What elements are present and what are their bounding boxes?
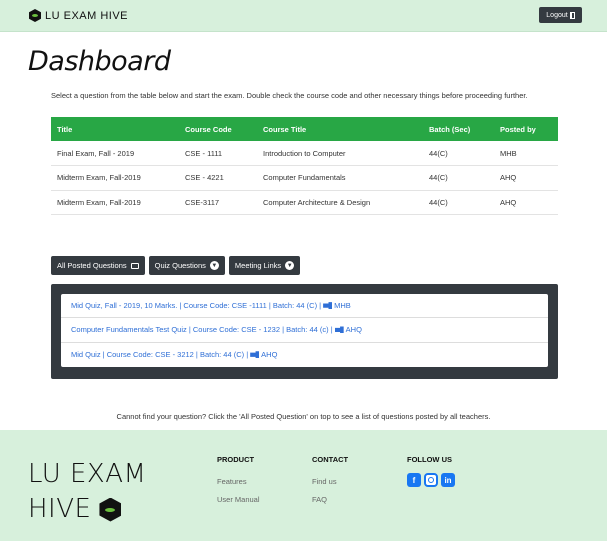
header-posted-by: Posted by: [500, 124, 536, 134]
facebook-icon[interactable]: f: [407, 473, 421, 487]
quiz-item-poster: AHQ: [261, 350, 278, 360]
footer-link-features[interactable]: Features: [217, 477, 260, 486]
tab-all-posted-label: All Posted Questions: [57, 261, 127, 270]
brand-name: LU EXAM HIVE: [45, 9, 129, 22]
cell-course-code: CSE - 4221: [179, 165, 257, 191]
table-row[interactable]: Midterm Exam, Fall-2019 CSE-3117 Compute…: [51, 190, 558, 215]
cell-posted-by: AHQ: [494, 190, 558, 215]
hive-logo-icon: [99, 497, 122, 522]
instagram-icon[interactable]: [424, 473, 438, 487]
navbar: LU EXAM HIVE Logout: [0, 0, 607, 32]
hive-logo-icon: [29, 9, 41, 22]
page-title: Dashboard: [28, 46, 171, 77]
cell-batch: 44(C): [423, 190, 494, 215]
list-item[interactable]: Mid Quiz, Fall - 2019, 10 Marks. | Cours…: [61, 294, 548, 319]
chevron-down-icon: ▼: [209, 261, 219, 270]
social-links: f in: [407, 473, 455, 487]
tab-all-posted-questions[interactable]: All Posted Questions: [51, 256, 145, 275]
chalkboard-teacher-icon: [323, 302, 333, 310]
quiz-item-poster: AHQ: [345, 325, 362, 335]
table-row[interactable]: Final Exam, Fall - 2019 CSE - 1111 Intro…: [51, 141, 558, 166]
footer-brand-line1: LU EXAM: [28, 459, 147, 489]
cell-posted-by: AHQ: [494, 165, 558, 191]
footer-contact-heading: CONTACT: [312, 455, 349, 464]
footer-brand-line2: HIVE: [28, 494, 92, 524]
tab-meeting-links[interactable]: Meeting Links ▼: [228, 256, 301, 275]
chalkboard-teacher-icon: [250, 351, 260, 359]
door-icon: [569, 11, 575, 19]
cell-course-title: Introduction to Computer: [257, 141, 423, 166]
header-course-code: Course Code: [185, 124, 232, 134]
tab-meeting-label: Meeting Links: [234, 261, 282, 270]
cell-course-title: Computer Fundamentals: [257, 165, 423, 191]
footer-product-heading: PRODUCT: [217, 455, 255, 464]
header-batch: Batch (Sec): [429, 124, 471, 134]
footer-product: PRODUCT Features User Manual: [217, 455, 260, 513]
cell-title: Final Exam, Fall - 2019: [51, 141, 179, 166]
chevron-down-icon: ▼: [285, 261, 295, 270]
quiz-item-text: Mid Quiz | Course Code: CSE - 3212 | Bat…: [71, 350, 249, 360]
table-header-row: Title Course Code Course Title Batch (Se…: [51, 117, 558, 141]
cell-batch: 44(C): [423, 141, 494, 166]
footer: LU EXAM HIVE PRODUCT Features User Manua…: [0, 430, 607, 541]
table-row[interactable]: Midterm Exam, Fall-2019 CSE - 4221 Compu…: [51, 165, 558, 191]
intro-text: Select a question from the table below a…: [51, 91, 528, 100]
quiz-panel: Mid Quiz, Fall - 2019, 10 Marks. | Cours…: [51, 284, 558, 379]
list-item[interactable]: Computer Fundamentals Test Quiz | Course…: [61, 318, 548, 343]
linkedin-icon[interactable]: in: [441, 473, 455, 487]
tab-quiz-label: Quiz Questions: [154, 261, 206, 270]
footer-link-user-manual[interactable]: User Manual: [217, 495, 260, 504]
footer-link-faq[interactable]: FAQ: [312, 495, 348, 504]
quiz-item-poster: MHB: [334, 301, 351, 311]
footer-brand: LU EXAM HIVE: [28, 457, 146, 527]
header-course-title: Course Title: [263, 124, 307, 134]
cell-course-code: CSE-3117: [179, 190, 257, 215]
footer-brand-line2-wrap: HIVE: [28, 492, 146, 527]
footer-follow: FOLLOW US f in: [407, 455, 455, 487]
cell-title: Midterm Exam, Fall-2019: [51, 190, 179, 215]
footer-follow-heading: FOLLOW US: [407, 455, 452, 464]
cell-course-title: Computer Architecture & Design: [257, 190, 423, 215]
quiz-list: Mid Quiz, Fall - 2019, 10 Marks. | Cours…: [61, 294, 548, 367]
footer-link-find-us[interactable]: Find us: [312, 477, 348, 486]
cell-posted-by: MHB: [494, 141, 558, 166]
footer-contact: CONTACT Find us FAQ: [312, 455, 348, 513]
logout-label: Logout: [546, 11, 568, 19]
quiz-item-text: Computer Fundamentals Test Quiz | Course…: [71, 325, 333, 335]
help-hint: Cannot find your question? Click the 'Al…: [116, 412, 491, 421]
header-title: Title: [57, 124, 73, 134]
cell-course-code: CSE - 1111: [179, 141, 257, 166]
quiz-item-text: Mid Quiz, Fall - 2019, 10 Marks. | Cours…: [71, 301, 322, 311]
list-item[interactable]: Mid Quiz | Course Code: CSE - 3212 | Bat…: [61, 343, 548, 367]
brand-link[interactable]: LU EXAM HIVE: [29, 9, 128, 22]
tab-quiz-questions[interactable]: Quiz Questions ▼: [148, 256, 225, 275]
question-tabs: All Posted Questions Quiz Questions ▼ Me…: [51, 256, 301, 275]
questions-table: Title Course Code Course Title Batch (Se…: [51, 117, 558, 215]
cell-title: Midterm Exam, Fall-2019: [51, 165, 179, 191]
logout-button[interactable]: Logout: [539, 7, 582, 23]
chalkboard-teacher-icon: [334, 326, 344, 334]
cell-batch: 44(C): [423, 165, 494, 191]
id-card-icon: [130, 262, 139, 269]
